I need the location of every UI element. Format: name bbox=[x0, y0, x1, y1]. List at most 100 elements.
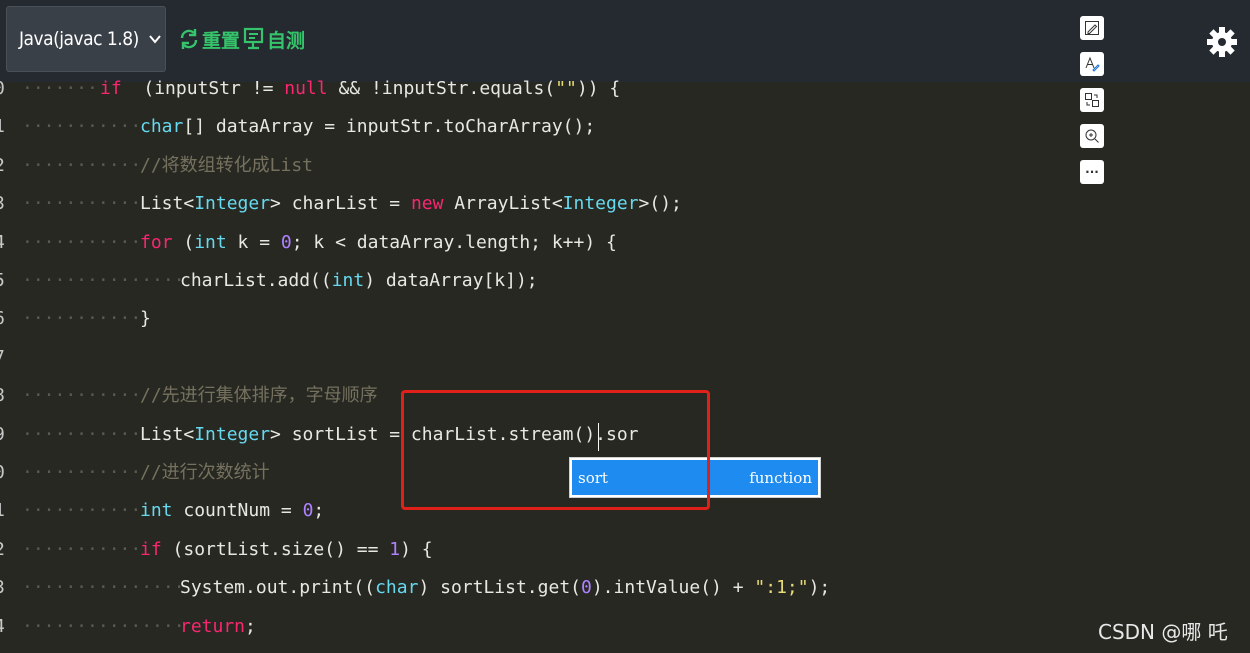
line-number: 1 bbox=[0, 492, 14, 530]
more-icon: ··· bbox=[1085, 165, 1099, 179]
line-number: 7 bbox=[0, 339, 14, 377]
code-text: List<Integer> charList = new ArrayList<I… bbox=[140, 185, 682, 223]
code-token: //先进行集体排序，字母顺序 bbox=[140, 385, 378, 407]
code-token: char bbox=[375, 577, 419, 599]
code-text: //先进行集体排序，字母顺序 bbox=[140, 377, 378, 415]
code-text: if (inputStr != null && !inputStr.equals… bbox=[100, 72, 620, 108]
code-token: if bbox=[140, 538, 162, 560]
indent-guide: ······· bbox=[22, 78, 98, 99]
code-text: for (int k = 0; k < dataArray.length; k+… bbox=[140, 224, 617, 262]
indent-guide: ··········· bbox=[22, 462, 142, 483]
language-select[interactable]: Java(javac 1.8) bbox=[6, 6, 166, 72]
code-token: "" bbox=[555, 78, 577, 99]
code-token: return bbox=[180, 615, 246, 637]
code-token: int bbox=[194, 231, 227, 253]
code-token: >(); bbox=[638, 193, 682, 215]
code-token: 1 bbox=[389, 538, 401, 560]
code-line: 6 ···········} bbox=[0, 300, 1080, 338]
code-token: (sortList.size() == bbox=[161, 538, 390, 560]
code-token: ) { bbox=[400, 538, 433, 560]
code-token: //进行次数统计 bbox=[140, 462, 270, 483]
code-token: null bbox=[284, 78, 328, 99]
code-text: return; bbox=[180, 608, 256, 646]
code-line: 1 ···········char[] dataArray = inputStr.… bbox=[0, 108, 1080, 146]
line-number: 8 bbox=[0, 377, 14, 415]
code-line: 0 ·······if (inputStr != null && !inputSt… bbox=[0, 72, 1080, 108]
line-number: 0 bbox=[0, 72, 14, 108]
code-line: 2 ···········//将数组转化成List bbox=[0, 147, 1080, 185]
self-test-button[interactable]: 自测 bbox=[243, 24, 305, 54]
line-number: 0 bbox=[0, 454, 14, 492]
code-text: if (sortList.size() == 1) { bbox=[140, 531, 433, 569]
indent-guide: ··········· bbox=[22, 116, 142, 138]
line-number: 3 bbox=[0, 185, 14, 223]
code-token: List< bbox=[140, 423, 195, 445]
monitor-icon bbox=[243, 27, 264, 50]
zoom-in-button[interactable] bbox=[1080, 124, 1104, 148]
code-line: 4 ···········for (int k = 0; k < dataArra… bbox=[0, 224, 1080, 262]
line-number: 4 bbox=[0, 224, 14, 262]
code-token: ) dataArray[k]); bbox=[364, 270, 538, 291]
reset-button[interactable]: 重置 bbox=[178, 24, 240, 54]
code-token: Integer bbox=[194, 193, 271, 215]
code-token: ( bbox=[172, 231, 195, 253]
indent-guide: ··········· bbox=[22, 231, 142, 253]
autocomplete-item-kind: function bbox=[749, 468, 812, 487]
code-line: 5 ···············charList.add((int) dataA… bbox=[0, 262, 1080, 300]
indent-guide: ··········· bbox=[22, 500, 142, 522]
indent-guide: ··········· bbox=[22, 385, 142, 407]
line-number: 6 bbox=[0, 300, 14, 338]
code-token: System.out.print(( bbox=[180, 577, 376, 599]
code-token: (inputStr != bbox=[121, 78, 285, 99]
highlight-annotation-box bbox=[401, 390, 710, 510]
code-line: 3 ···············System.out.print((char) … bbox=[0, 569, 1080, 607]
code-token: k = bbox=[226, 231, 281, 253]
code-token: //将数组转化成List bbox=[140, 154, 314, 176]
code-line: 3 ···········List<Integer> charList = new… bbox=[0, 185, 1080, 223]
line-number: 2 bbox=[0, 147, 14, 185]
line-number: 4 bbox=[0, 608, 14, 646]
code-token: ; k < dataArray.length; k++) { bbox=[291, 231, 617, 253]
code-text: //进行次数统计 bbox=[140, 454, 270, 492]
line-number: 1 bbox=[0, 108, 14, 146]
code-token: int bbox=[331, 270, 365, 291]
more-button[interactable]: ··· bbox=[1080, 160, 1104, 184]
indent-guide: ··········· bbox=[22, 538, 142, 560]
swap-layout-button[interactable] bbox=[1080, 88, 1104, 112]
code-token: > charList = bbox=[270, 193, 411, 215]
font-edit-icon bbox=[1085, 56, 1100, 72]
code-token: ArrayList< bbox=[443, 193, 563, 215]
settings-gear-icon[interactable] bbox=[1206, 22, 1238, 62]
editor-toolbar: Java(javac 1.8) 重置 自测 bbox=[0, 0, 1250, 82]
code-token: )) { bbox=[576, 78, 621, 99]
code-token: ; bbox=[313, 500, 325, 522]
indent-guide: ··········· bbox=[22, 154, 142, 176]
indent-guide: ··········· bbox=[22, 193, 142, 215]
code-token: if bbox=[100, 78, 122, 99]
code-token: 0 bbox=[280, 231, 292, 253]
code-token: ":1;" bbox=[754, 577, 809, 599]
code-token: } bbox=[140, 308, 151, 330]
swap-layout-icon bbox=[1085, 93, 1099, 107]
code-text: int countNum = 0; bbox=[140, 492, 324, 530]
line-number: 9 bbox=[0, 416, 14, 454]
image-edit-button[interactable] bbox=[1080, 16, 1104, 40]
indent-guide: ··············· bbox=[22, 270, 185, 291]
code-line: 2 ···········if (sortList.size() == 1) { bbox=[0, 531, 1080, 569]
language-select-label: Java(javac 1.8) bbox=[19, 28, 139, 50]
code-editor[interactable]: 0·······if (inputStr != null && !inputSt… bbox=[0, 72, 1080, 653]
side-toolbar: ··· bbox=[1080, 16, 1106, 196]
code-token: [] dataArray = inputStr.toCharArray(); bbox=[183, 116, 596, 138]
code-token: Integer bbox=[562, 193, 639, 215]
code-text: //将数组转化成List bbox=[140, 147, 313, 185]
code-token: 0 bbox=[302, 500, 314, 522]
line-number: 2 bbox=[0, 531, 14, 569]
code-token: charList.add(( bbox=[180, 270, 332, 291]
code-token: && !inputStr.equals( bbox=[327, 78, 556, 99]
code-token: ) sortList.get( bbox=[418, 577, 581, 599]
code-token: Integer bbox=[194, 423, 271, 445]
code-line: 7 bbox=[0, 339, 1080, 377]
code-token: List< bbox=[140, 193, 195, 215]
zoom-in-icon bbox=[1085, 129, 1099, 143]
font-edit-button[interactable] bbox=[1080, 52, 1104, 76]
